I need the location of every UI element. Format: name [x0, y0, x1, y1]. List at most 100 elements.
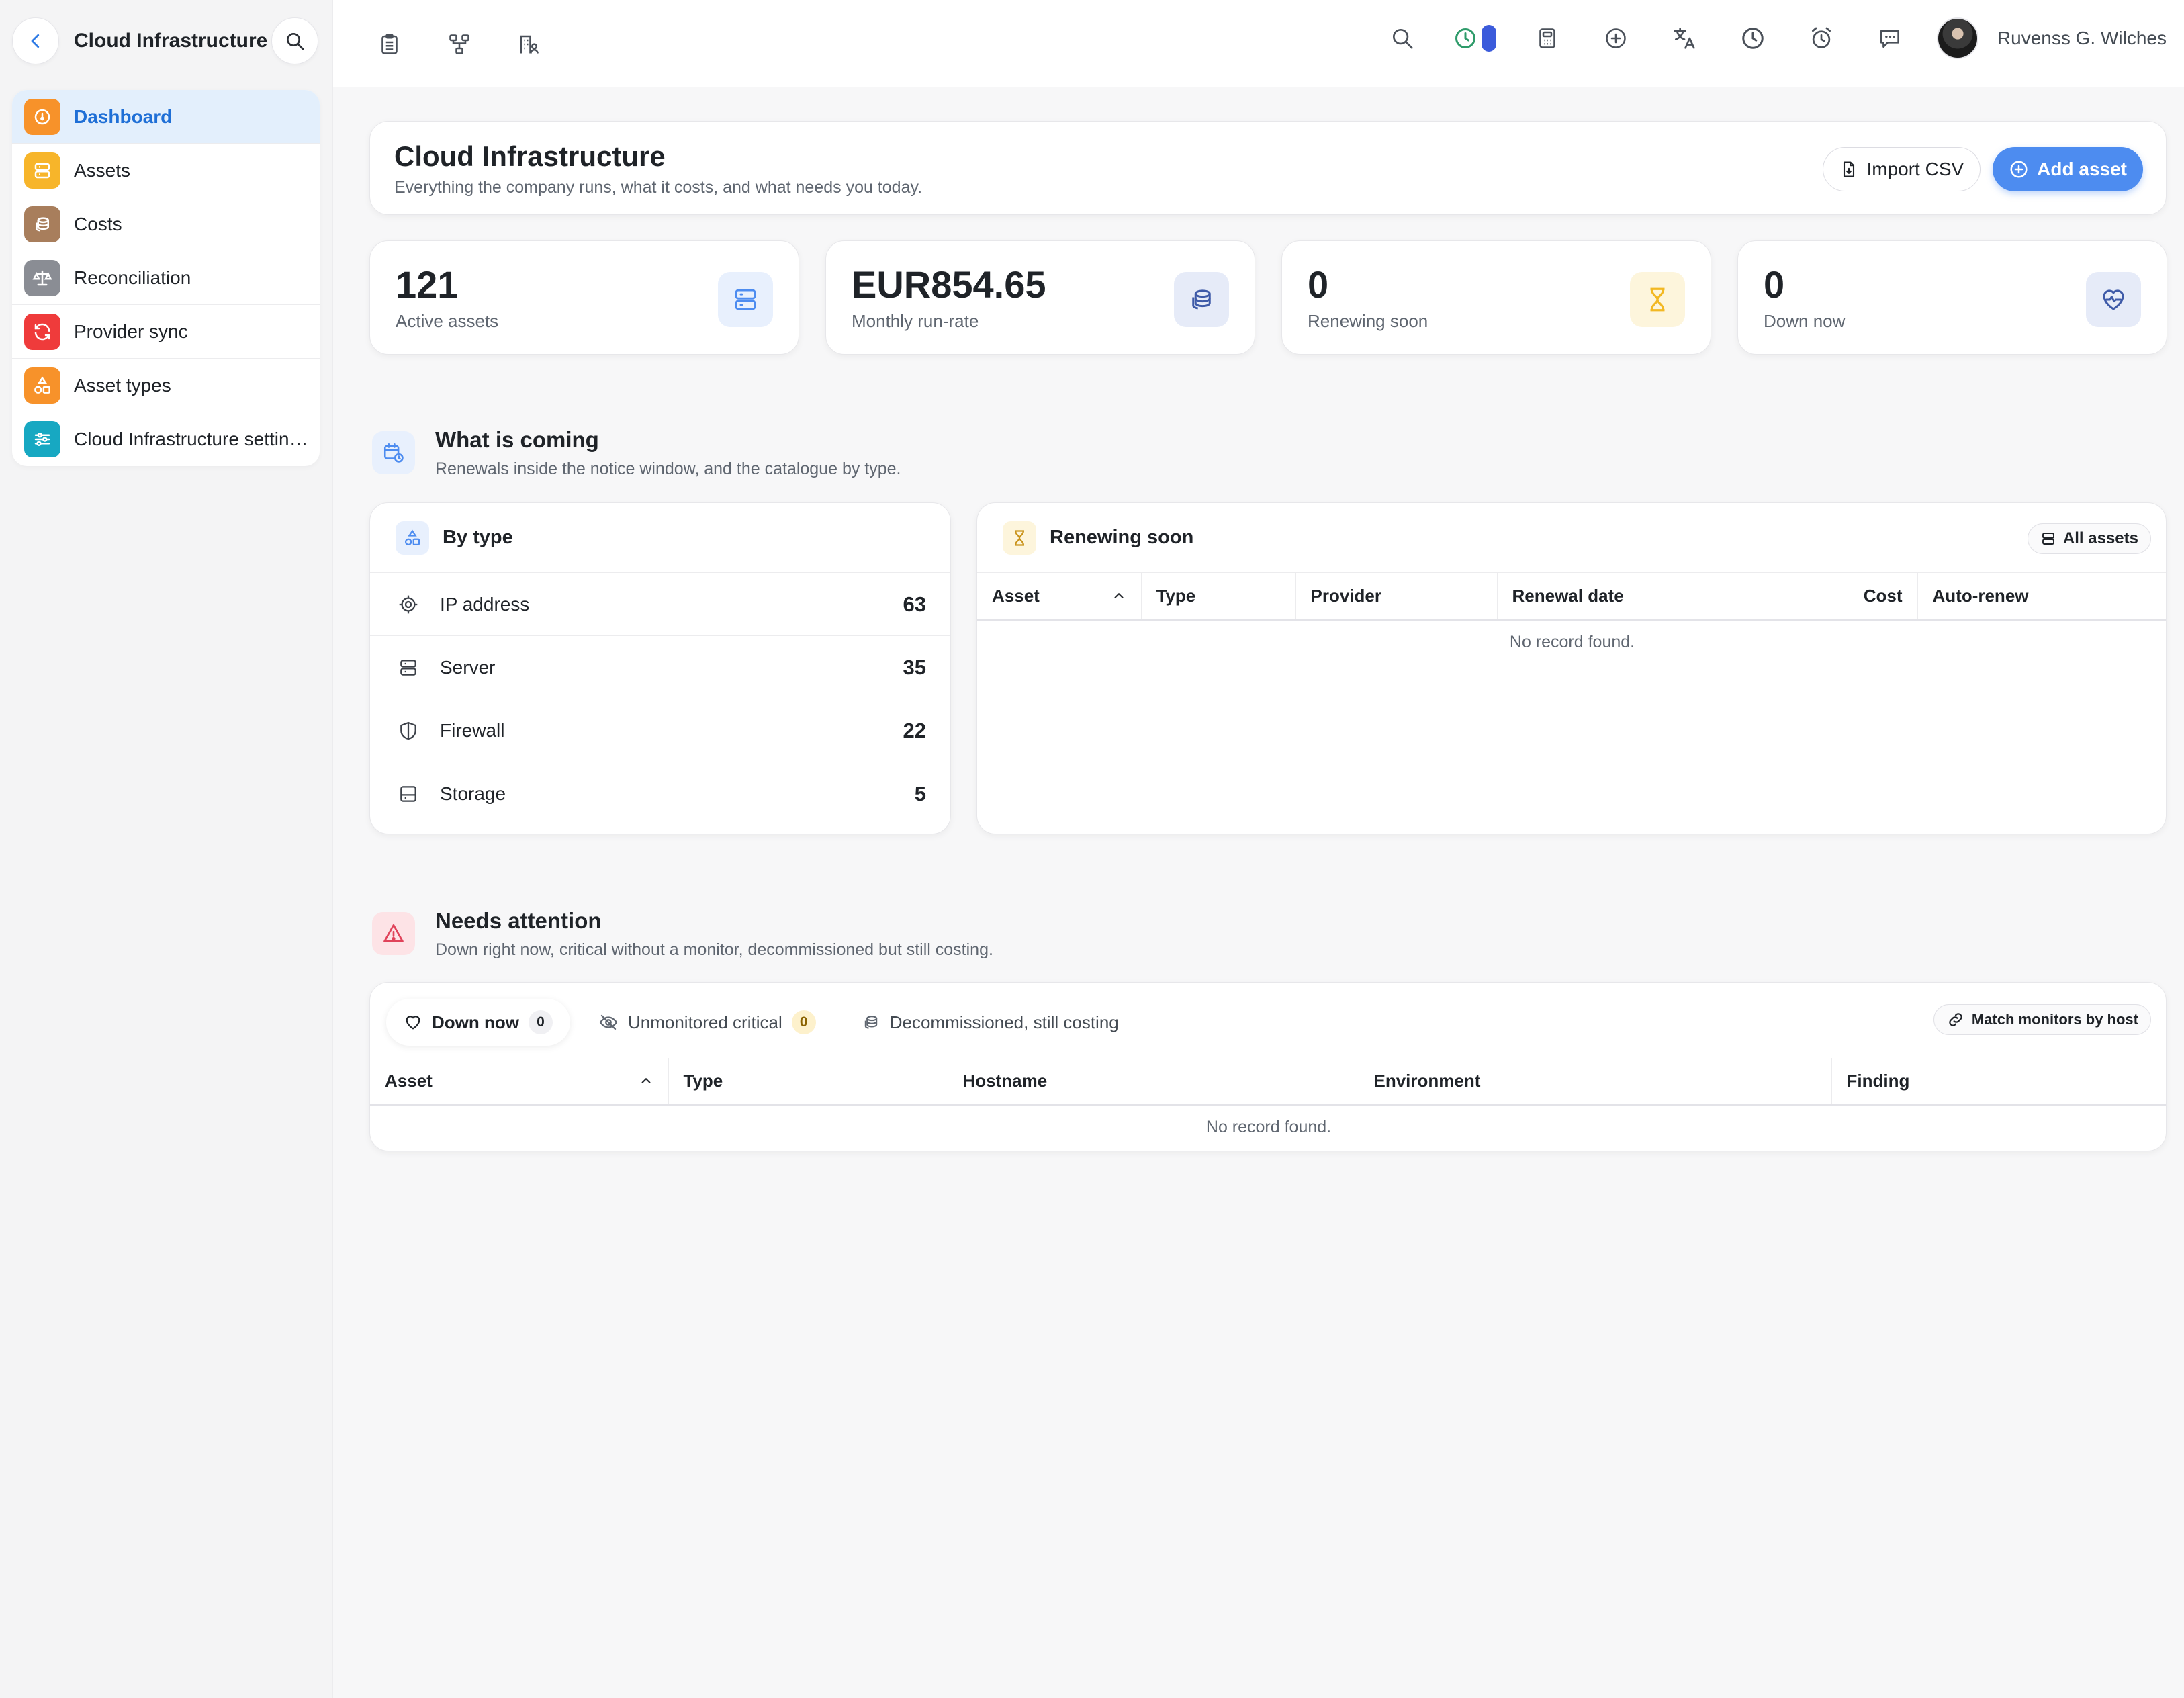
all-assets-button[interactable]: All assets: [2027, 523, 2151, 554]
sort-ascending-icon: [641, 1077, 651, 1083]
renewing-header: Renewing soon: [977, 503, 2166, 573]
stat-card-down-now[interactable]: 0 Down now: [1737, 240, 2167, 355]
type-label: Storage: [440, 783, 506, 804]
column-header-finding[interactable]: Finding: [1831, 1058, 2166, 1106]
add-asset-button[interactable]: Add asset: [1993, 147, 2143, 191]
tab-unmonitored-critical[interactable]: Unmonitored critical 0: [581, 999, 833, 1046]
type-count: 22: [903, 718, 926, 742]
tab-label: Down now: [432, 1012, 519, 1032]
all-assets-label: All assets: [2062, 529, 2138, 547]
back-button[interactable]: [12, 17, 59, 64]
calendar-clock-icon: [372, 431, 415, 474]
match-monitors-label: Match monitors by host: [1971, 1011, 2138, 1028]
renewing-table: Asset Type Provider Renewal date Cost Au…: [977, 573, 2166, 664]
stat-card-renewing-soon[interactable]: 0 Renewing soon: [1281, 240, 1711, 355]
table-row: No record found.: [370, 1105, 2166, 1149]
storage-icon: [397, 783, 420, 805]
stat-value: 0: [1764, 263, 1785, 306]
tab-decommissioned-costing[interactable]: Decommissioned, still costing: [844, 999, 1136, 1046]
timer-status-pill: [1481, 25, 1496, 52]
clipboard-icon[interactable]: [372, 27, 407, 62]
sidebar-item-dashboard[interactable]: Dashboard: [12, 90, 320, 144]
timer-toggle[interactable]: [1453, 25, 1496, 52]
heart-icon: [406, 1016, 420, 1030]
target-icon: [397, 594, 420, 615]
column-header-auto-renew[interactable]: Auto-renew: [1917, 573, 2166, 621]
hierarchy-icon[interactable]: [442, 27, 477, 62]
alarm-icon[interactable]: [1804, 21, 1839, 56]
stat-value: 0: [1308, 263, 1329, 306]
clock-icon[interactable]: [1735, 21, 1770, 56]
table-row: No record found.: [977, 620, 2166, 664]
sidebar-item-assets[interactable]: Assets: [12, 144, 320, 197]
sort-ascending-icon: [1113, 592, 1124, 598]
plus-circle-icon[interactable]: [1598, 21, 1633, 56]
sidebar-nav: Dashboard Assets Costs Reconciliation Pr…: [12, 90, 320, 466]
sidebar-search-button[interactable]: [271, 17, 318, 64]
renewing-soon-panel: Renewing soon All assets Asset Type Prov…: [976, 502, 2167, 834]
column-header-asset[interactable]: Asset: [977, 573, 1142, 621]
match-monitors-button[interactable]: Match monitors by host: [1933, 1004, 2151, 1035]
column-header-renewal-date[interactable]: Renewal date: [1497, 573, 1766, 621]
sidebar-item-provider-sync[interactable]: Provider sync: [12, 305, 320, 359]
shield-icon: [397, 720, 420, 742]
sidebar-item-settings[interactable]: Cloud Infrastructure settings: [12, 412, 320, 466]
type-label: IP address: [440, 593, 530, 615]
translate-icon[interactable]: [1667, 21, 1702, 56]
type-label: Server: [440, 656, 496, 678]
page-title: Cloud Infrastructure: [394, 140, 666, 172]
column-header-type[interactable]: Type: [1141, 573, 1296, 621]
shapes-icon: [396, 521, 429, 555]
plus-circle-icon: [2010, 161, 2028, 178]
avatar[interactable]: [1936, 17, 1978, 59]
coins-icon: [24, 206, 60, 242]
section-title: Needs attention: [435, 908, 602, 933]
type-row-firewall[interactable]: Firewall 22: [370, 699, 950, 762]
chat-icon[interactable]: [1872, 21, 1907, 56]
search-icon[interactable]: [1385, 21, 1420, 56]
sidebar-item-reconciliation[interactable]: Reconciliation: [12, 251, 320, 305]
column-header-environment[interactable]: Environment: [1359, 1058, 1832, 1106]
link-icon: [1949, 1013, 1962, 1026]
by-type-panel: By type IP address 63 Server 35 Firewall…: [369, 502, 951, 834]
sidebar-item-label: Costs: [74, 213, 122, 234]
sidebar-item-label: Provider sync: [74, 320, 188, 342]
panel-title: Renewing soon: [1050, 527, 1194, 548]
file-import-icon: [1844, 161, 1855, 177]
type-count: 63: [903, 592, 926, 616]
stat-value: 121: [396, 263, 459, 306]
stat-label: Down now: [1764, 311, 1846, 331]
eye-off-icon: [599, 1014, 618, 1030]
sidebar-item-asset-types[interactable]: Asset types: [12, 359, 320, 412]
type-count: 5: [914, 782, 926, 805]
building-users-icon[interactable]: [512, 27, 547, 62]
type-row-storage[interactable]: Storage 5: [370, 762, 950, 825]
page-actions: Import CSV Add asset: [1823, 147, 2143, 191]
column-header-cost[interactable]: Cost: [1766, 573, 1918, 621]
type-row-server[interactable]: Server 35: [370, 636, 950, 699]
sidebar-header: Cloud Infrastructure: [12, 17, 318, 64]
column-header-type[interactable]: Type: [668, 1058, 948, 1106]
add-asset-label: Add asset: [2037, 159, 2127, 179]
column-header-asset[interactable]: Asset: [370, 1058, 669, 1106]
tab-down-now[interactable]: Down now 0: [386, 999, 570, 1046]
chevron-left-icon: [31, 34, 40, 48]
stat-card-active-assets[interactable]: 121 Active assets: [369, 240, 799, 355]
top-bar: Ruvenss G. Wilches: [333, 0, 2184, 87]
column-header-provider[interactable]: Provider: [1295, 573, 1498, 621]
warning-triangle-icon: [372, 912, 415, 955]
heart-pulse-icon: [2086, 272, 2141, 327]
stat-label: Active assets: [396, 311, 499, 331]
tab-label: Unmonitored critical: [627, 1012, 782, 1032]
user-name[interactable]: Ruvenss G. Wilches: [1997, 28, 2167, 49]
column-header-hostname[interactable]: Hostname: [948, 1058, 1359, 1106]
sidebar-item-label: Dashboard: [74, 105, 173, 127]
type-row-ip-address[interactable]: IP address 63: [370, 573, 950, 636]
timer-icon: [1455, 28, 1475, 48]
stat-card-monthly-run-rate[interactable]: EUR854.65 Monthly run-rate: [825, 240, 1255, 355]
server-icon: [24, 152, 60, 189]
stat-label: Monthly run-rate: [852, 311, 979, 331]
import-csv-button[interactable]: Import CSV: [1823, 147, 1981, 191]
calculator-icon[interactable]: [1530, 21, 1565, 56]
sidebar-item-costs[interactable]: Costs: [12, 197, 320, 251]
